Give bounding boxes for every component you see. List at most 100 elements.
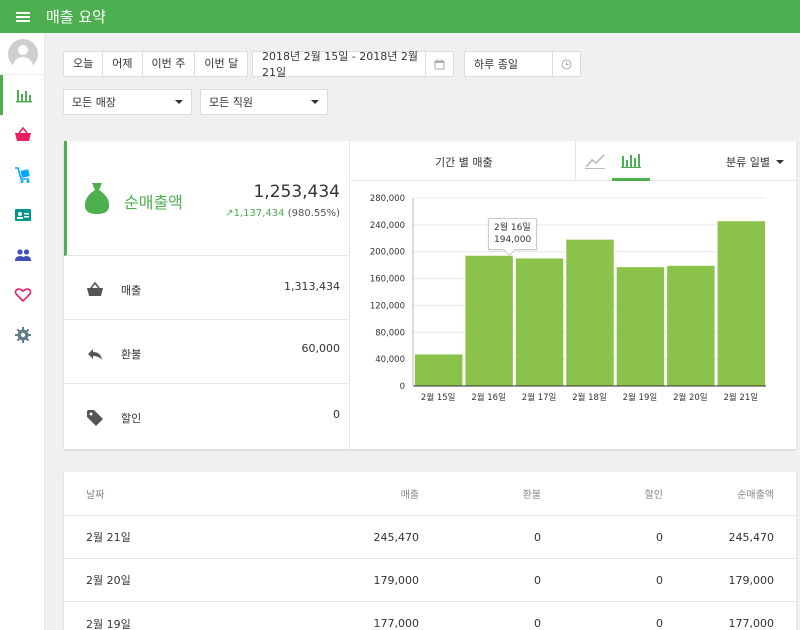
cell-date: 2월 20일 [86, 574, 131, 587]
employee-filter-dropdown[interactable]: 모든 직원 [200, 89, 328, 115]
column-header-net-sales[interactable]: 순매출액 [737, 472, 774, 515]
net-change-value: 1,137,434 [233, 208, 285, 219]
time-range-picker[interactable]: 하루 종일 [464, 51, 581, 77]
cell-discounts: 0 [656, 573, 663, 587]
store-filter-dropdown[interactable]: 모든 매장 [63, 89, 192, 115]
chart-tooltip: 2월 16일 194,000 [488, 218, 538, 250]
column-header-refunds[interactable]: 환불 [523, 472, 541, 515]
gear-icon [14, 327, 31, 343]
cell-sales: 177,000 [373, 617, 420, 630]
menu-icon[interactable] [0, 0, 46, 33]
basket-icon [87, 281, 103, 296]
store-filter-value: 모든 매장 [72, 96, 116, 109]
cell-refunds: 0 [534, 573, 541, 587]
column-header-date[interactable]: 날짜 [86, 472, 104, 515]
cell-net-sales: 245,470 [728, 530, 775, 544]
x-tick-label: 2월 18일 [572, 392, 607, 403]
net-change-percent: (980.55%) [287, 208, 340, 219]
bar [515, 258, 564, 386]
bar-chart-icon [16, 90, 32, 103]
period-selector: 오늘 어제 이번 주 이번 달 [63, 51, 249, 77]
table-row[interactable]: 2월 19일 177,000 0 0 177,000 [64, 602, 796, 630]
people-icon [14, 249, 31, 261]
page-title: 매출 요약 [46, 8, 106, 26]
column-header-discounts[interactable]: 할인 [645, 472, 663, 515]
group-by-value: 분류 일별 [726, 156, 770, 169]
line-chart-icon [584, 154, 605, 169]
money-bag-icon [84, 183, 110, 214]
x-tick-label: 2월 20일 [673, 392, 708, 403]
id-card-icon [14, 209, 31, 221]
period-this-month-button[interactable]: 이번 달 [195, 52, 247, 76]
chevron-down-icon [175, 100, 183, 104]
sidebar-item-reports[interactable] [0, 75, 45, 115]
discounts-value: 0 [333, 408, 340, 421]
x-tick-label: 2월 21일 [723, 392, 758, 403]
employee-filter-value: 모든 직원 [209, 96, 253, 109]
chevron-down-icon [776, 160, 784, 164]
tag-icon [87, 410, 103, 426]
top-app-bar: 매출 요약 [0, 0, 800, 33]
period-today-button[interactable]: 오늘 [64, 52, 104, 76]
chart-panel: 기간 별 매출 분류 일별 0 40,000 80,000 120,000 160,00… [351, 141, 796, 449]
chart-header: 기간 별 매출 분류 일별 [351, 141, 796, 181]
time-range-text: 하루 종일 [474, 58, 518, 71]
net-sales-change: ↗1,137,434 (980.55%) [225, 208, 340, 219]
sidebar-item-favorites[interactable] [0, 275, 45, 315]
cell-net-sales: 179,000 [728, 573, 775, 587]
y-tick-label: 120,000 [370, 301, 405, 311]
period-this-week-button[interactable]: 이번 주 [143, 52, 196, 76]
sidebar-item-employees[interactable] [0, 195, 45, 235]
date-range-text: 2018년 2월 15일 - 2018년 2월 21일 [262, 50, 419, 79]
cell-discounts: 0 [656, 617, 663, 630]
net-sales-amount: 1,253,434 [253, 182, 340, 202]
discounts-label: 할인 [121, 412, 142, 425]
sales-bar-chart: 0 40,000 80,000 120,000 160,000 200,000 240,00… [370, 194, 766, 403]
bar [667, 265, 715, 386]
tooltip-date: 2월 16일 [494, 223, 531, 233]
cell-discounts: 0 [656, 530, 663, 544]
sales-label: 매출 [121, 284, 142, 297]
line-chart-tab[interactable] [575, 141, 613, 181]
avatar[interactable] [0, 33, 45, 75]
bar [717, 221, 765, 386]
cell-refunds: 0 [534, 530, 541, 544]
sidebar-item-items[interactable] [0, 155, 45, 195]
y-tick-label: 160,000 [370, 275, 405, 285]
period-yesterday-button[interactable]: 어제 [103, 52, 143, 76]
reply-icon [88, 349, 102, 360]
cart-icon [14, 167, 30, 183]
cell-date: 2월 21일 [86, 531, 131, 544]
column-header-sales[interactable]: 매출 [401, 472, 419, 515]
sidebar-item-sales[interactable] [0, 115, 45, 155]
sales-value: 1,313,434 [284, 280, 340, 293]
sidebar [0, 33, 45, 630]
cell-net-sales: 177,000 [728, 617, 775, 630]
bar-chart-icon [621, 153, 641, 168]
heart-icon [14, 288, 31, 303]
bar [616, 267, 665, 386]
y-tick-label: 240,000 [370, 221, 405, 231]
table-row[interactable]: 2월 21일 245,470 0 0 245,470 [64, 516, 796, 559]
sidebar-item-customers[interactable] [0, 235, 45, 275]
y-tick-label: 280,000 [370, 194, 405, 204]
bar [415, 354, 463, 386]
x-tick-label: 2월 19일 [623, 392, 658, 403]
refunds-value: 60,000 [301, 342, 341, 355]
tooltip-value: 194,000 [494, 235, 532, 245]
basket-icon [14, 126, 31, 141]
summary-card: 순매출액 1,253,434 ↗1,137,434 (980.55%) 매출 1… [64, 141, 796, 449]
calendar-icon [425, 52, 453, 76]
x-tick-label: 2월 15일 [421, 392, 456, 403]
date-range-picker[interactable]: 2018년 2월 15일 - 2018년 2월 21일 [252, 50, 454, 79]
group-by-dropdown[interactable]: 분류 일별 [726, 154, 784, 170]
net-sales-label: 순매출액 [124, 193, 183, 212]
sidebar-item-settings[interactable] [0, 315, 45, 355]
trend-up-icon: ↗ [225, 208, 234, 219]
bar [566, 239, 614, 386]
net-sales-block[interactable]: 순매출액 1,253,434 ↗1,137,434 (980.55%) [64, 141, 350, 256]
bar-chart-tab[interactable] [612, 141, 650, 181]
table-header: 날짜 매출 환불 할인 순매출액 [64, 472, 796, 516]
y-tick-label: 80,000 [375, 328, 405, 338]
table-row[interactable]: 2월 20일 179,000 0 0 179,000 [64, 559, 796, 602]
